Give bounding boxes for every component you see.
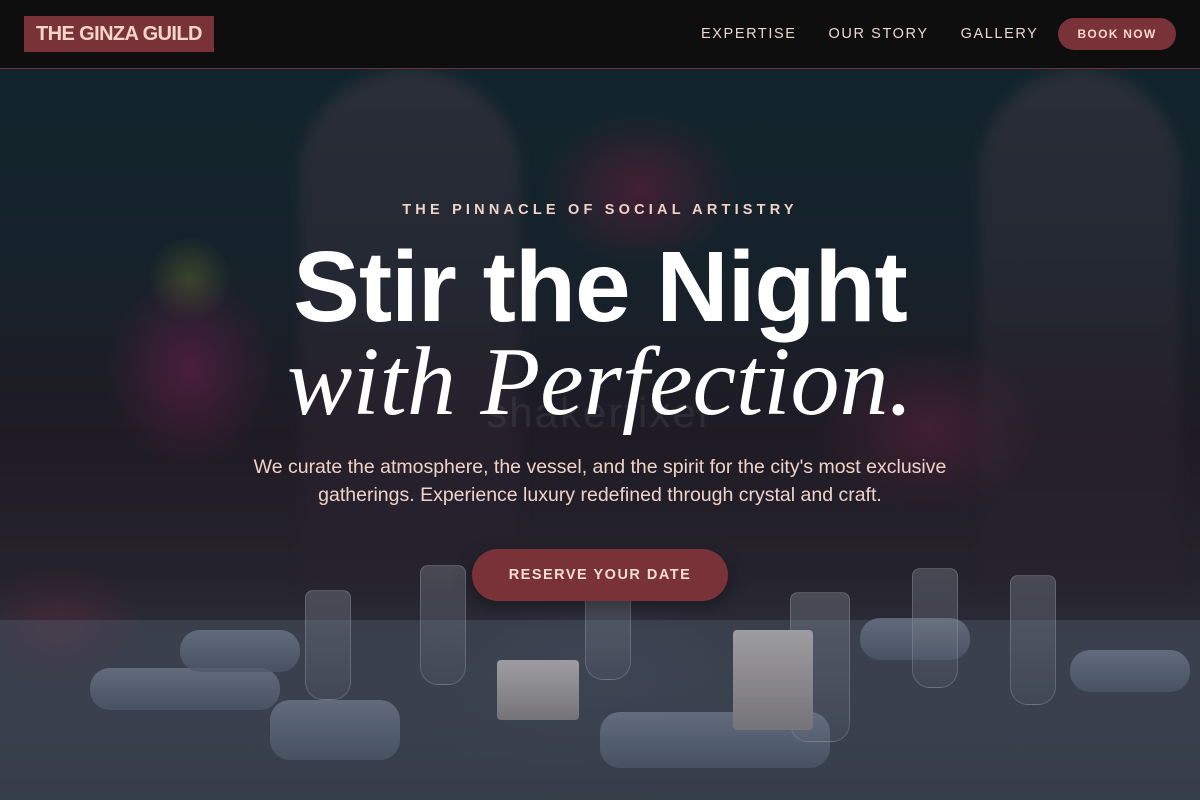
reserve-date-button[interactable]: RESERVE YOUR DATE bbox=[472, 549, 728, 601]
book-now-button[interactable]: BOOK NOW bbox=[1058, 18, 1176, 50]
hero-eyebrow: THE PINNACLE OF SOCIAL ARTISTRY bbox=[402, 202, 798, 218]
hero-section: shakerfixer THE PINNACLE OF SOCIAL ARTIS… bbox=[0, 69, 1200, 800]
site-header: THE GINZA GUILD EXPERTISE OUR STORY GALL… bbox=[0, 0, 1200, 69]
nav-link-gallery[interactable]: GALLERY bbox=[961, 26, 1039, 42]
hero-headline-line2: with Perfection. bbox=[287, 328, 913, 436]
main-nav: EXPERTISE OUR STORY GALLERY bbox=[701, 0, 1038, 68]
nav-link-our-story[interactable]: OUR STORY bbox=[829, 26, 929, 42]
hero-subtitle: We curate the atmosphere, the vessel, an… bbox=[253, 456, 947, 506]
brand-logo[interactable]: THE GINZA GUILD bbox=[24, 16, 214, 52]
nav-link-expertise[interactable]: EXPERTISE bbox=[701, 26, 797, 42]
hero-headline-line1: Stir the Night bbox=[293, 231, 908, 343]
